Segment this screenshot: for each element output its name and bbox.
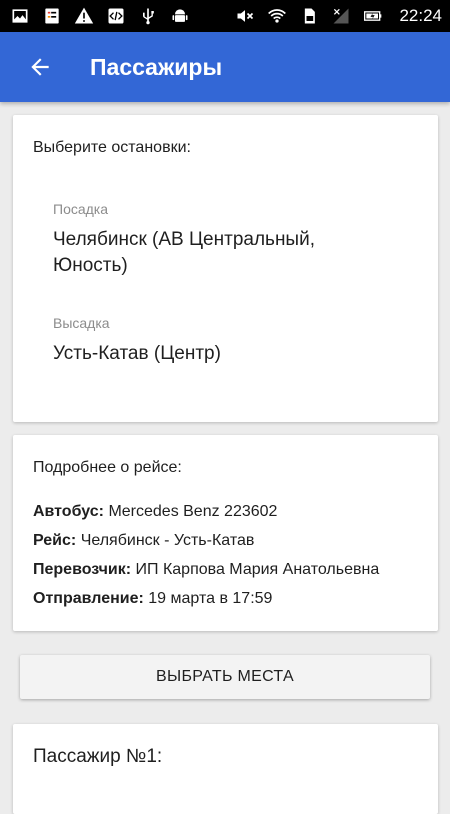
route-value: Челябинск - Усть-Катав bbox=[80, 532, 255, 549]
signal-icon bbox=[331, 6, 351, 26]
select-seats-button[interactable]: ВЫБРАТЬ МЕСТА bbox=[20, 655, 430, 699]
clock: 22:24 bbox=[399, 6, 442, 25]
route-label: Рейс: bbox=[33, 532, 77, 549]
boarding-label: Посадка bbox=[53, 201, 109, 217]
carrier-row: Перевозчик: ИП Карпова Мария Анатольевна bbox=[33, 561, 379, 579]
dropoff-stop-select[interactable]: Усть-Катав (Центр) bbox=[53, 341, 393, 367]
bus-label: Автобус: bbox=[33, 503, 104, 520]
code-icon bbox=[106, 6, 126, 26]
carrier-label: Перевозчик: bbox=[33, 561, 132, 578]
trip-details-card: Подробнее о рейсе: Автобус: Mercedes Ben… bbox=[13, 435, 438, 631]
stops-heading: Выберите остановки: bbox=[33, 139, 191, 156]
bus-row: Автобус: Mercedes Benz 223602 bbox=[33, 503, 277, 521]
departure-label: Отправление: bbox=[33, 590, 144, 607]
stops-card: Выберите остановки: Посадка Челябинск (А… bbox=[13, 115, 438, 422]
route-row: Рейс: Челябинск - Усть-Катав bbox=[33, 532, 254, 550]
page-title: Пассажиры bbox=[90, 53, 223, 80]
android-icon bbox=[170, 6, 190, 26]
departure-row: Отправление: 19 марта в 17:59 bbox=[33, 590, 272, 608]
mute-icon bbox=[235, 6, 255, 26]
usb-icon bbox=[138, 6, 158, 26]
passenger-card: Пассажир №1: bbox=[13, 724, 438, 814]
back-button[interactable] bbox=[0, 32, 80, 102]
task-icon bbox=[42, 6, 62, 26]
gallery-icon bbox=[10, 6, 30, 26]
dropoff-label: Высадка bbox=[53, 315, 110, 331]
status-bar: 22:24 bbox=[0, 0, 450, 32]
warning-icon bbox=[74, 6, 94, 26]
arrow-back-icon bbox=[31, 58, 49, 76]
app-bar: Пассажиры bbox=[0, 32, 450, 102]
battery-icon bbox=[363, 6, 383, 26]
sim-icon bbox=[299, 6, 319, 26]
trip-heading: Подробнее о рейсе: bbox=[33, 459, 182, 476]
carrier-value: ИП Карпова Мария Анатольевна bbox=[135, 561, 380, 578]
passenger-heading: Пассажир №1: bbox=[33, 746, 163, 767]
departure-value: 19 марта в 17:59 bbox=[148, 590, 273, 607]
boarding-stop-select[interactable]: Челябинск (АВ Центральный, Юность) bbox=[53, 227, 393, 279]
wifi-icon bbox=[267, 6, 287, 26]
bus-value: Mercedes Benz 223602 bbox=[108, 503, 278, 520]
